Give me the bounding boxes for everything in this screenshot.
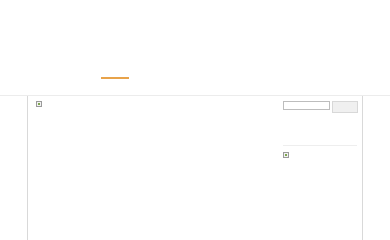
broken-image-icon [36, 101, 42, 107]
sidebar-divider [283, 145, 357, 146]
page [0, 0, 390, 240]
top-navigation-bar [0, 0, 390, 96]
content-panel [27, 96, 363, 240]
nav-active-tab-indicator [101, 77, 129, 79]
search-button[interactable] [332, 101, 358, 113]
search-input[interactable] [283, 101, 330, 110]
broken-image-icon [283, 152, 289, 158]
